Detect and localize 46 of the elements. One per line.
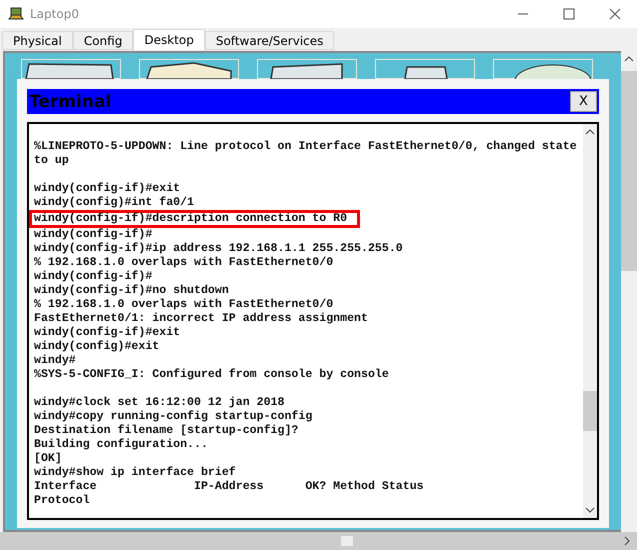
terminal-line: Interface IP-Address OK? Method Status (34, 480, 425, 494)
terminal-line: windy# (34, 354, 77, 368)
scroll-up-icon[interactable] (585, 128, 595, 136)
terminal-line: [OK] (34, 452, 63, 466)
app-icon[interactable] (21, 59, 121, 79)
scroll-down-icon[interactable] (585, 506, 595, 514)
tab[interactable]: Software/Services (204, 31, 334, 50)
window-title: Laptop0 (30, 7, 79, 21)
terminal-line: %LINEPROTO-5-UPDOWN: Line protocol on Interface FastEthernet0/0, changed state to up (34, 140, 578, 168)
scroll-right-icon[interactable] (623, 536, 631, 546)
tab[interactable]: Desktop (133, 29, 205, 50)
terminal-line: % 192.168.1.0 overlaps with FastEthernet0/0 (34, 298, 334, 312)
terminal-line: Protocol (34, 494, 91, 508)
terminal-line: windy(config)#int fa0/1 (34, 196, 196, 210)
terminal-line: windy(config-if)#exit (34, 326, 182, 340)
app-icon[interactable] (493, 59, 593, 79)
scroll-thumb[interactable] (621, 71, 637, 271)
terminal-title: Terminal (29, 92, 112, 112)
terminal-line: windy(config-if)# (34, 228, 154, 242)
maximize-icon[interactable] (563, 8, 575, 20)
terminal-line: Destination filename [startup-config]? (34, 424, 300, 438)
app-icon[interactable] (257, 59, 357, 79)
terminal-line: %SYS-5-CONFIG_I: Configured from console by console (34, 368, 390, 382)
terminal-line: windy(config-if)#ip address 192.168.1.1 255.255.255.0 (34, 242, 404, 256)
terminal-line: FastEthernet0/1: incorrect IP address assignment (34, 312, 369, 326)
terminal-line: Building configuration... (34, 438, 209, 452)
app-icon[interactable] (139, 59, 239, 79)
scroll-up-icon[interactable] (624, 55, 634, 63)
close-button[interactable]: X (570, 91, 597, 112)
terminal-line: windy#show ip interface brief (34, 466, 237, 480)
terminal-line: windy(config-if)#exit (34, 182, 182, 196)
tab[interactable]: Config (72, 31, 134, 50)
laptop-icon (8, 6, 24, 22)
terminal-line: windy(config)#exit (34, 340, 160, 354)
scroll-thumb[interactable] (583, 391, 597, 431)
scrollbar[interactable] (0, 532, 637, 550)
tab[interactable]: Physical (2, 31, 73, 50)
terminal-line: windy#copy running-config startup-config (34, 410, 314, 424)
terminal-line: % 192.168.1.0 overlaps with FastEthernet0/0 (34, 256, 334, 270)
terminal-line: windy(config-if)# (34, 270, 154, 284)
app-icon[interactable] (375, 59, 475, 79)
terminal-line: windy#clock set 16:12:00 12 jan 2018 (34, 396, 286, 410)
terminal-line: windy(config-if)#no shutdown (34, 284, 230, 298)
close-icon[interactable] (609, 8, 621, 20)
scroll-thumb[interactable] (341, 536, 353, 546)
scrollbar[interactable] (583, 124, 597, 518)
